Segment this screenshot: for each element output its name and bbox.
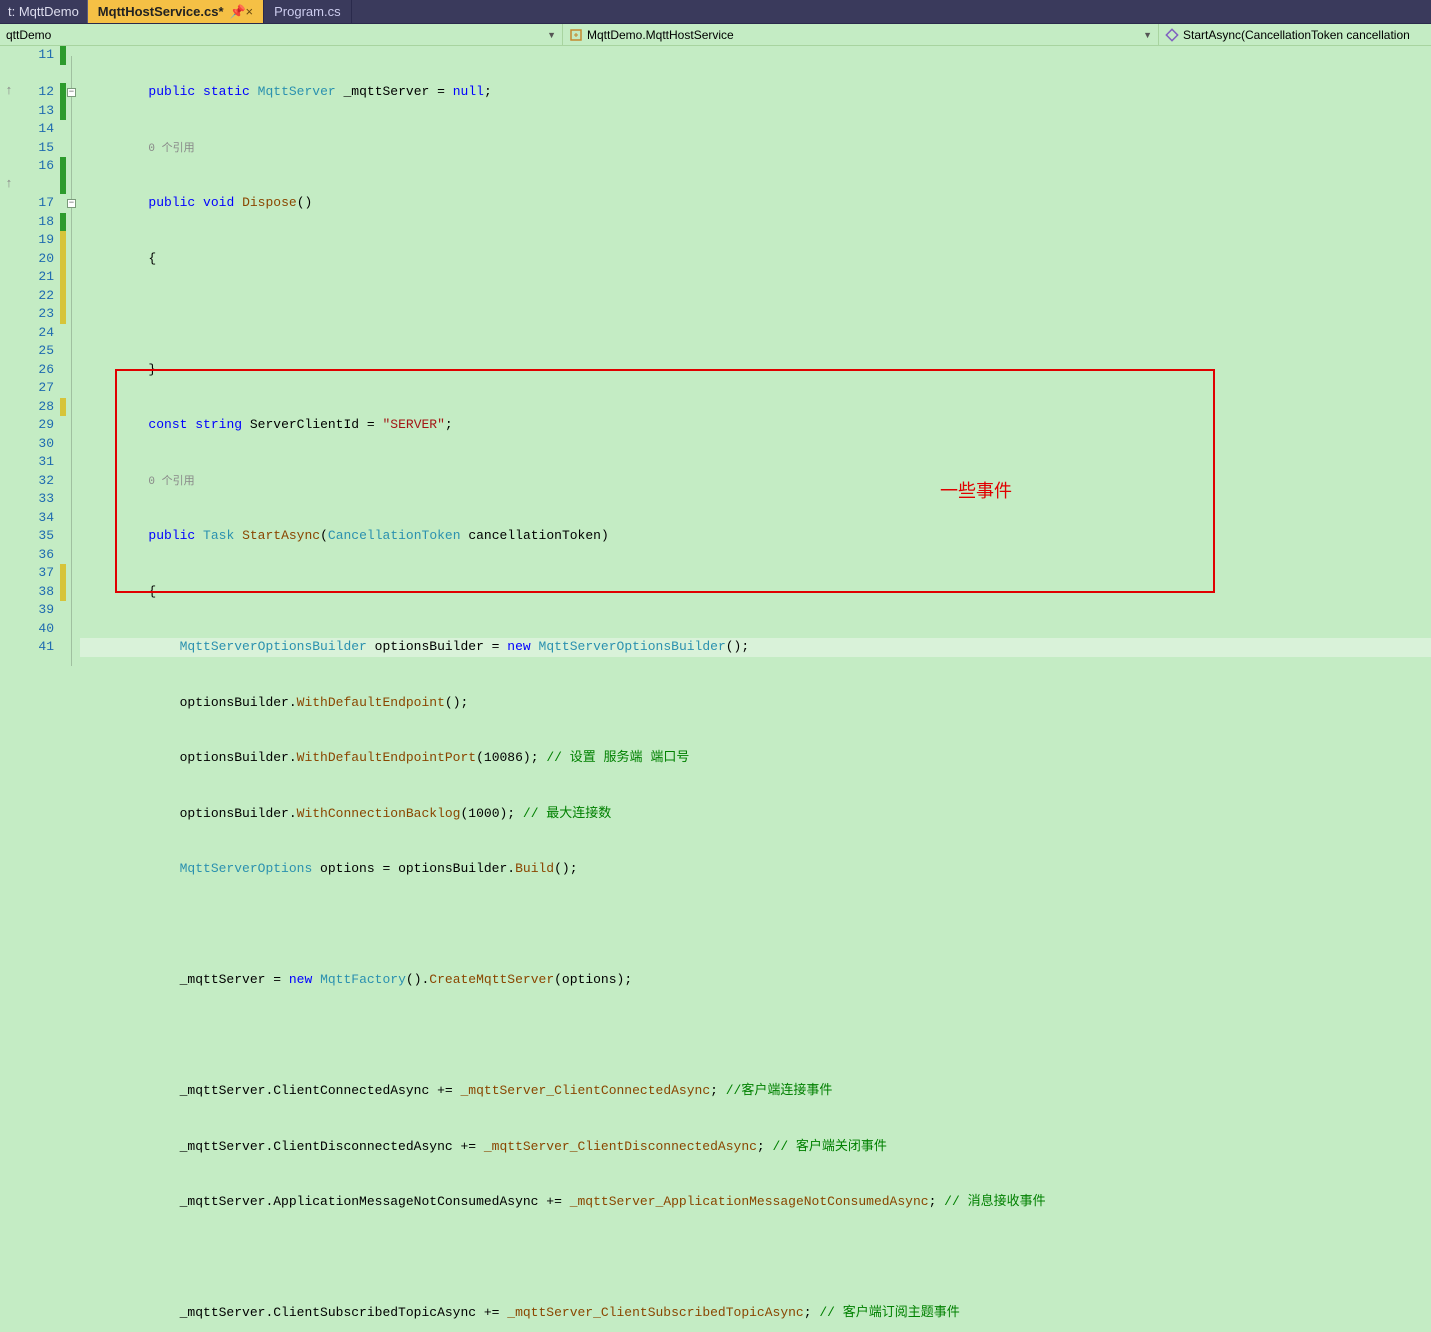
codelens-references[interactable]: 0 个引用 xyxy=(148,476,194,488)
chevron-down-icon: ▼ xyxy=(547,30,556,40)
codelens-references[interactable]: 0 个引用 xyxy=(148,143,194,155)
nav-method[interactable]: StartAsync(CancellationToken cancellatio… xyxy=(1159,24,1431,45)
method-icon xyxy=(1165,28,1179,42)
tab-active[interactable]: MqttHostService.cs* 📌 × xyxy=(88,0,264,23)
nav-project[interactable]: qttDemo ▼ xyxy=(0,24,563,45)
project-context: t: MqttDemo xyxy=(0,0,88,23)
code-area[interactable]: public static MqttServer _mqttServer = n… xyxy=(80,46,1431,666)
code-editor[interactable]: ↑ ↑ 111213141516171819202122232425262728… xyxy=(0,46,1431,666)
tab-bar: t: MqttDemo MqttHostService.cs* 📌 × Prog… xyxy=(0,0,1431,24)
fold-toggle[interactable]: − xyxy=(67,199,76,208)
tab-label: Program.cs xyxy=(274,4,340,19)
tab-label: MqttHostService.cs* xyxy=(98,4,224,19)
tab-inactive[interactable]: Program.cs xyxy=(264,0,351,23)
fold-toggle[interactable]: − xyxy=(67,88,76,97)
class-icon xyxy=(569,28,583,42)
line-numbers: 1112131415161718192021222324252627282930… xyxy=(18,46,60,666)
close-icon[interactable]: × xyxy=(246,4,254,19)
nav-bar: qttDemo ▼ MqttDemo.MqttHostService ▼ Sta… xyxy=(0,24,1431,46)
chevron-down-icon: ▼ xyxy=(1143,30,1152,40)
outline-margin: − − xyxy=(66,46,80,666)
nav-class[interactable]: MqttDemo.MqttHostService ▼ xyxy=(563,24,1159,45)
indicator-margin: ↑ ↑ xyxy=(0,46,18,666)
pin-icon[interactable]: 📌 xyxy=(230,4,240,20)
annotation-label: 一些事件 xyxy=(940,482,1012,501)
